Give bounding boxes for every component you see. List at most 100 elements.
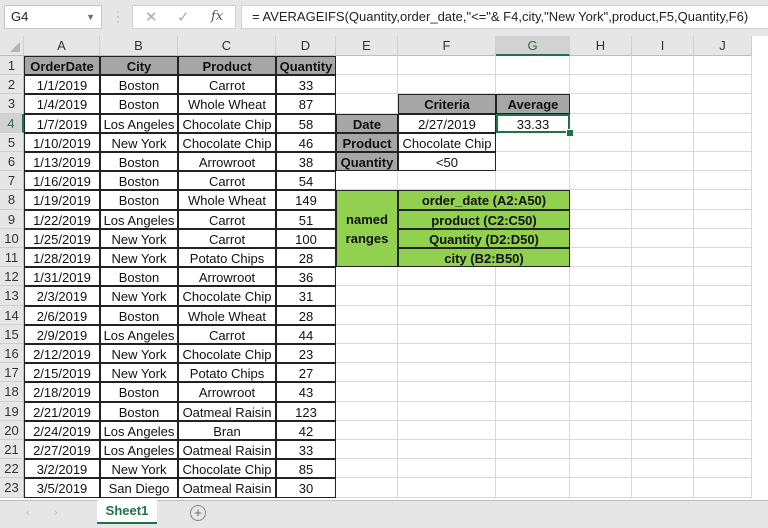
cell[interactable] (632, 267, 694, 287)
table-cell[interactable]: New York (100, 459, 178, 479)
cell[interactable] (694, 459, 752, 479)
table-cell[interactable]: 54 (276, 171, 336, 191)
cell[interactable] (398, 401, 496, 421)
row-header-7[interactable]: 7 (0, 171, 24, 191)
table-cell[interactable]: Boston (100, 152, 178, 172)
row-header-14[interactable]: 14 (0, 305, 24, 325)
row-header-4[interactable]: 4 (0, 113, 24, 133)
row-header-3[interactable]: 3 (0, 94, 24, 114)
row-header-9[interactable]: 9 (0, 209, 24, 229)
table-cell[interactable]: Chocolate Chip (178, 113, 276, 133)
cell[interactable] (570, 190, 632, 210)
cell[interactable] (496, 286, 570, 306)
cell[interactable] (694, 420, 752, 440)
table-cell[interactable]: 2/18/2019 (24, 382, 100, 402)
fx-icon[interactable]: fx (211, 9, 223, 24)
cell[interactable] (398, 305, 496, 325)
table-cell[interactable]: 2/24/2019 (24, 420, 100, 440)
cell[interactable] (496, 56, 570, 76)
cell[interactable] (336, 305, 398, 325)
column-header-b[interactable]: B (100, 36, 178, 56)
table-cell[interactable]: 1/31/2019 (24, 267, 100, 287)
criteria-label[interactable]: Quantity (336, 152, 398, 172)
cell[interactable] (694, 94, 752, 114)
cell[interactable] (496, 324, 570, 344)
table-cell[interactable]: 3/2/2019 (24, 459, 100, 479)
cell[interactable] (336, 56, 398, 76)
cell[interactable] (336, 75, 398, 95)
table-cell[interactable]: 30 (276, 478, 336, 498)
formula-input[interactable]: = AVERAGEIFS(Quantity,order_date,"<="& F… (241, 5, 768, 29)
table-cell[interactable]: 3/5/2019 (24, 478, 100, 498)
cell[interactable] (570, 248, 632, 268)
cell[interactable] (398, 286, 496, 306)
table-cell[interactable]: Arrowroot (178, 152, 276, 172)
table-cell[interactable]: 1/13/2019 (24, 152, 100, 172)
cell[interactable] (694, 56, 752, 76)
table-cell[interactable]: 100 (276, 228, 336, 248)
cell[interactable] (632, 209, 694, 229)
table-cell[interactable]: 1/7/2019 (24, 113, 100, 133)
row-header-17[interactable]: 17 (0, 363, 24, 383)
row-header-10[interactable]: 10 (0, 228, 24, 248)
average-header[interactable]: Average (496, 94, 570, 114)
row-header-8[interactable]: 8 (0, 190, 24, 210)
row-header-6[interactable]: 6 (0, 152, 24, 172)
criteria-value[interactable]: Chocolate Chip (398, 132, 496, 152)
table-cell[interactable]: 1/1/2019 (24, 75, 100, 95)
table-cell[interactable]: New York (100, 344, 178, 364)
drag-handle-icon[interactable]: · · · (116, 5, 120, 27)
cell[interactable] (496, 382, 570, 402)
table-cell[interactable]: Boston (100, 94, 178, 114)
table-cell[interactable]: 28 (276, 248, 336, 268)
table-header[interactable]: Quantity (276, 56, 336, 76)
criteria-header[interactable]: Criteria (398, 94, 496, 114)
table-header[interactable]: City (100, 56, 178, 76)
cell[interactable] (632, 248, 694, 268)
cell[interactable] (694, 344, 752, 364)
cell[interactable] (694, 152, 752, 172)
table-cell[interactable]: 87 (276, 94, 336, 114)
cell[interactable] (694, 305, 752, 325)
table-cell[interactable]: Boston (100, 401, 178, 421)
cell[interactable] (694, 228, 752, 248)
cell[interactable] (570, 478, 632, 498)
cell[interactable] (694, 113, 752, 133)
cell[interactable] (496, 75, 570, 95)
criteria-label[interactable]: Product (336, 132, 398, 152)
cell[interactable] (632, 305, 694, 325)
table-cell[interactable]: 2/3/2019 (24, 286, 100, 306)
table-cell[interactable]: 38 (276, 152, 336, 172)
table-cell[interactable]: Carrot (178, 75, 276, 95)
next-sheet-icon[interactable]: › (54, 507, 58, 519)
average-result-cell[interactable]: 33.33 (496, 113, 570, 133)
table-cell[interactable]: 42 (276, 420, 336, 440)
column-header-c[interactable]: C (178, 36, 276, 56)
cell[interactable] (336, 440, 398, 460)
table-cell[interactable]: 31 (276, 286, 336, 306)
table-cell[interactable]: Boston (100, 382, 178, 402)
table-cell[interactable]: 85 (276, 459, 336, 479)
row-header-23[interactable]: 23 (0, 478, 24, 498)
table-cell[interactable]: Oatmeal Raisin (178, 401, 276, 421)
cell[interactable] (336, 401, 398, 421)
cell[interactable] (632, 228, 694, 248)
column-header-d[interactable]: D (276, 36, 336, 56)
row-header-11[interactable]: 11 (0, 248, 24, 268)
cell[interactable] (496, 459, 570, 479)
named-range-item[interactable]: product (C2:C50) (398, 209, 570, 229)
criteria-label[interactable]: Date (336, 113, 398, 133)
table-cell[interactable]: 58 (276, 113, 336, 133)
cell[interactable] (496, 363, 570, 383)
table-cell[interactable]: Arrowroot (178, 267, 276, 287)
table-cell[interactable]: 28 (276, 305, 336, 325)
table-cell[interactable]: Potato Chips (178, 248, 276, 268)
table-cell[interactable]: 1/25/2019 (24, 228, 100, 248)
table-cell[interactable]: Chocolate Chip (178, 286, 276, 306)
cell[interactable] (570, 228, 632, 248)
cell[interactable] (632, 190, 694, 210)
table-cell[interactable]: 27 (276, 363, 336, 383)
cell[interactable] (694, 478, 752, 498)
table-cell[interactable]: Carrot (178, 209, 276, 229)
cell[interactable] (398, 382, 496, 402)
